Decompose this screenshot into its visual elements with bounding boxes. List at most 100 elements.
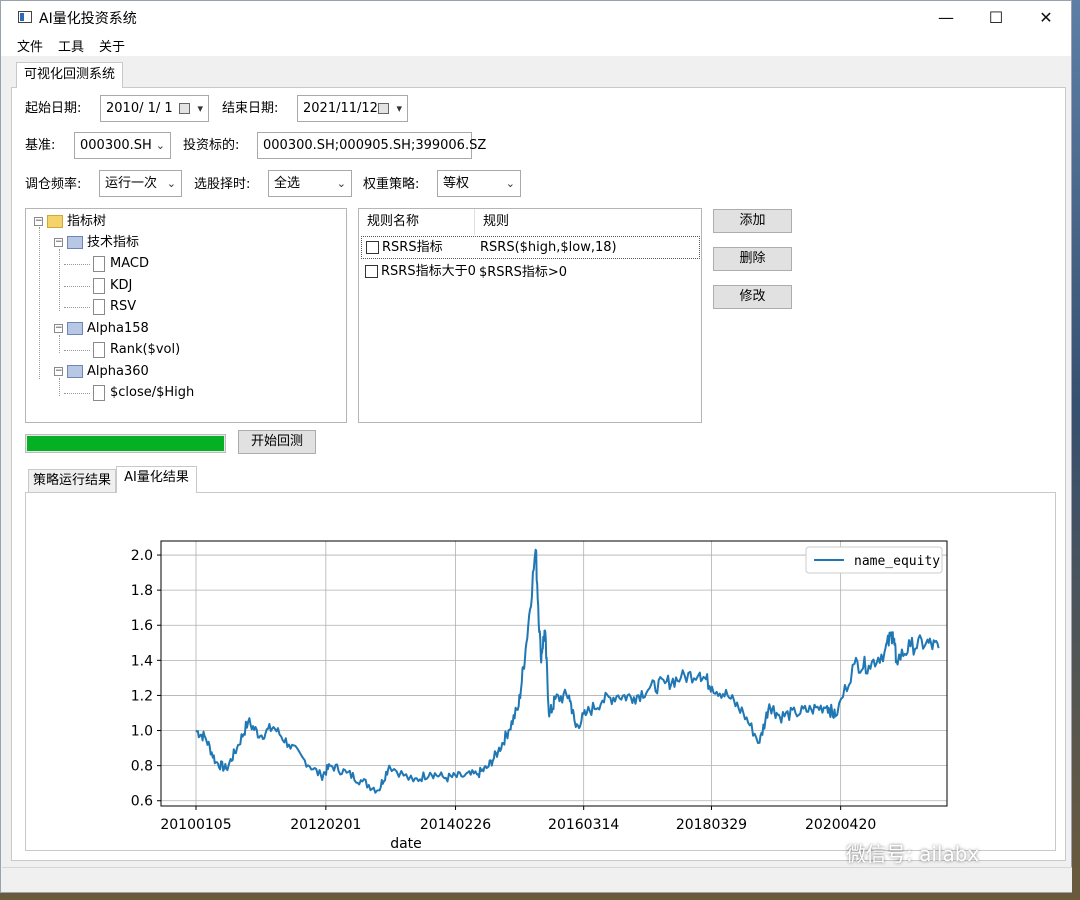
y-tick-label: 1.0 [131, 724, 153, 740]
chevron-down-icon: ⌄ [155, 139, 165, 152]
close-button[interactable]: ✕ [1021, 1, 1071, 34]
watermark: 微信号: ailabx [846, 842, 980, 866]
folder-icon [47, 215, 63, 228]
chevron-down-icon: ⌄ [505, 177, 515, 190]
tree-line [64, 286, 90, 287]
app-icon [18, 11, 32, 23]
window-title: AI量化投资系统 [39, 11, 137, 27]
tab-visual-backtest[interactable]: 可视化回测系统 [16, 62, 123, 88]
x-tick-label: 20120201 [290, 817, 361, 833]
progress-fill [27, 436, 224, 451]
end-date-picker[interactable]: 2021/11/12 ▾ [297, 95, 408, 122]
legend-label: name_equity [854, 554, 940, 569]
rule-name: RSRS指标大于0 [381, 264, 476, 279]
collapse-icon[interactable]: − [34, 217, 43, 226]
tree-line [64, 350, 90, 351]
tree-item[interactable]: RSV [93, 297, 136, 317]
menu-tools[interactable]: 工具 [58, 36, 84, 55]
add-rule-button[interactable]: 添加 [713, 209, 792, 233]
edit-rule-button[interactable]: 修改 [713, 285, 792, 309]
delete-rule-button[interactable]: 删除 [713, 247, 792, 271]
menu-file[interactable]: 文件 [17, 36, 43, 55]
document-icon [93, 277, 105, 294]
rules-list[interactable]: 规则名称 规则 RSRS指标 RSRS($high,$low,18) RSRS指… [358, 208, 702, 423]
rebalance-label: 调仓频率: [25, 177, 82, 192]
tree-item[interactable]: MACD [93, 254, 149, 274]
results-panel: 0.6 0.8 1.0 1.2 1.4 1.6 1.8 2.0 20100105 20120201… [25, 492, 1056, 851]
rule-expression: $RSRS指标>0 [479, 265, 568, 280]
series-line-name-equity [195, 548, 940, 794]
x-tick-label: 20200420 [805, 817, 876, 833]
tree-group-alpha158[interactable]: − Alpha158 [54, 319, 149, 339]
rebalance-value: 运行一次 [105, 176, 158, 191]
menu-bar: 文件 工具 关于 [1, 34, 1071, 56]
tree-line [39, 227, 40, 379]
tree-item-label: $close/$High [110, 385, 195, 400]
rule-row[interactable]: RSRS指标 RSRS($high,$low,18) [361, 236, 700, 259]
tree-line [64, 264, 90, 265]
benchmark-select[interactable]: 000300.SH ⌄ [74, 132, 171, 159]
rule-checkbox[interactable] [366, 241, 379, 254]
tree-item[interactable]: Rank($vol) [93, 340, 180, 360]
end-date-value: 2021/11/12 [303, 101, 378, 116]
folder-open-icon [67, 236, 83, 249]
menu-about[interactable]: 关于 [99, 36, 125, 55]
tree-root-label: 指标树 [67, 214, 107, 229]
timing-label: 选股择时: [194, 177, 251, 192]
benchmark-value: 000300.SH [80, 138, 152, 153]
tree-line [64, 307, 90, 308]
title-bar[interactable]: AI量化投资系统 — ☐ ✕ [1, 1, 1071, 34]
timing-value: 全选 [274, 176, 301, 191]
weight-value: 等权 [443, 176, 470, 191]
progress-bar [25, 434, 226, 453]
weight-label: 权重策略: [363, 177, 420, 192]
indicator-tree[interactable]: − 指标树 − 技术指标 MACD KDJ RSV − Alpha158 Rank($… [25, 208, 347, 423]
start-date-value: 2010/ 1/ 1 [106, 101, 173, 116]
y-tick-label: 2.0 [131, 548, 153, 564]
calendar-icon [179, 103, 190, 114]
x-tick-label: 20160314 [548, 817, 619, 833]
folder-open-icon [67, 365, 83, 378]
targets-label: 投资标的: [183, 138, 240, 153]
tree-item[interactable]: $close/$High [93, 383, 194, 403]
collapse-icon[interactable]: − [54, 238, 63, 247]
tree-root[interactable]: − 指标树 [34, 212, 106, 232]
column-header-rule-name[interactable]: 规则名称 [359, 209, 475, 235]
tree-group-label: 技术指标 [87, 235, 140, 250]
document-icon [93, 298, 105, 315]
tree-group-label: Alpha360 [87, 364, 149, 379]
rule-row[interactable]: RSRS指标大于0 $RSRS指标>0 [361, 261, 700, 284]
tree-item-label: KDJ [110, 278, 133, 293]
rule-checkbox[interactable] [365, 265, 378, 278]
tree-item[interactable]: KDJ [93, 276, 132, 296]
targets-input[interactable]: 000300.SH;000905.SH;399006.SZ [257, 132, 486, 159]
column-header-rule[interactable]: 规则 [475, 209, 701, 235]
y-tick-label: 0.6 [131, 794, 153, 810]
plot-frame [160, 540, 948, 807]
y-tick-label: 0.8 [131, 759, 153, 775]
tree-line [64, 393, 90, 394]
collapse-icon[interactable]: − [54, 324, 63, 333]
weight-select[interactable]: 等权 ⌄ [437, 170, 521, 197]
x-axis-label: date [390, 836, 422, 850]
chevron-down-icon: ⌄ [166, 177, 176, 190]
rebalance-select[interactable]: 运行一次 ⌄ [99, 170, 182, 197]
start-date-label: 起始日期: [25, 101, 82, 116]
app-window: AI量化投资系统 — ☐ ✕ 文件 工具 关于 可视化回测系统 起始日期: 20… [0, 0, 1072, 893]
folder-open-icon [67, 322, 83, 335]
collapse-icon[interactable]: − [54, 367, 63, 376]
minimize-button[interactable]: — [921, 1, 971, 34]
start-backtest-button[interactable]: 开始回测 [238, 430, 316, 454]
calendar-icon [378, 103, 389, 114]
document-icon [93, 255, 105, 272]
tab-ai-results[interactable]: AI量化结果 [116, 466, 197, 493]
maximize-button[interactable]: ☐ [971, 1, 1021, 34]
timing-select[interactable]: 全选 ⌄ [268, 170, 352, 197]
chevron-down-icon: ⌄ [336, 177, 346, 190]
tree-group-alpha360[interactable]: − Alpha360 [54, 362, 149, 382]
tree-group-technical[interactable]: − 技术指标 [54, 233, 139, 253]
tab-strategy-results[interactable]: 策略运行结果 [28, 469, 116, 493]
x-tick-label: 20180329 [676, 817, 747, 833]
x-tick-label: 20100105 [160, 817, 231, 833]
start-date-picker[interactable]: 2010/ 1/ 1 ▾ [100, 95, 209, 122]
